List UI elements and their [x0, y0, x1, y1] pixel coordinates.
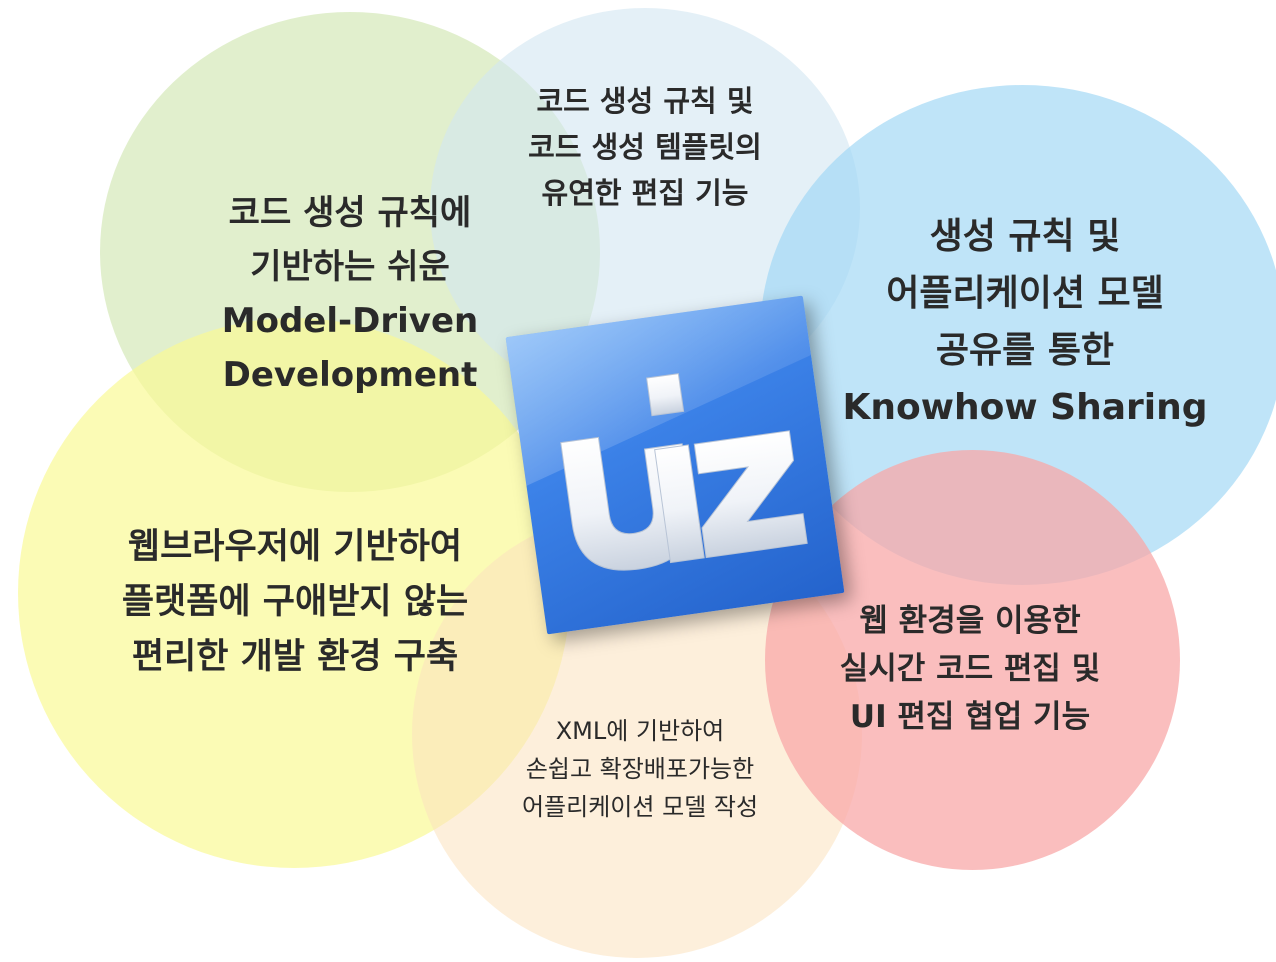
label-line: 유연한 편집 기능	[541, 176, 749, 210]
label-line: 실시간 코드 편집 및	[839, 651, 1101, 687]
collaboration-label: 웹 환경을 이용한 실시간 코드 편집 및 UI 편집 협업 기능	[790, 597, 1150, 741]
label-line: Knowhow Sharing	[842, 387, 1208, 428]
web-environment-label: 웹브라우저에 기반하여 플랫폼에 구애받지 않는 편리한 개발 환경 구축	[60, 520, 530, 685]
label-line: 플랫폼에 구애받지 않는	[121, 582, 469, 622]
label-line: Development	[222, 355, 478, 395]
label-line: Model-Driven	[221, 301, 479, 341]
uiz-logo-icon	[505, 295, 812, 571]
label-line: 생성 규칙 및	[929, 216, 1121, 257]
label-line: 공유를 통한	[935, 330, 1115, 371]
label-line: XML에 기반하여	[555, 717, 725, 745]
label-line: 어플리케이션 모델	[886, 273, 1164, 314]
uiz-logo	[505, 295, 845, 635]
xml-model-label: XML에 기반하여 손쉽고 확장배포가능한 어플리케이션 모델 작성	[470, 712, 810, 826]
label-line: 코드 생성 규칙 및	[536, 84, 754, 118]
template-editing-label: 코드 생성 규칙 및 코드 생성 템플릿의 유연한 편집 기능	[480, 78, 810, 216]
label-line: 코드 생성 템플릿의	[528, 130, 762, 164]
label-line: UI 편집 협업 기능	[849, 699, 1091, 735]
label-line: 웹브라우저에 기반하여	[127, 527, 463, 567]
label-line: 어플리케이션 모델 작성	[521, 793, 759, 821]
label-line: 웹 환경을 이용한	[859, 603, 1081, 639]
label-line: 기반하는 쉬운	[250, 247, 450, 287]
label-line: 편리한 개발 환경 구축	[131, 637, 459, 677]
knowhow-sharing-label: 생성 규칙 및 어플리케이션 모델 공유를 통한 Knowhow Sharing	[820, 208, 1230, 436]
model-driven-development-label: 코드 생성 규칙에 기반하는 쉬운 Model-Driven Developme…	[160, 186, 540, 402]
label-line: 손쉽고 확장배포가능한	[525, 755, 755, 783]
